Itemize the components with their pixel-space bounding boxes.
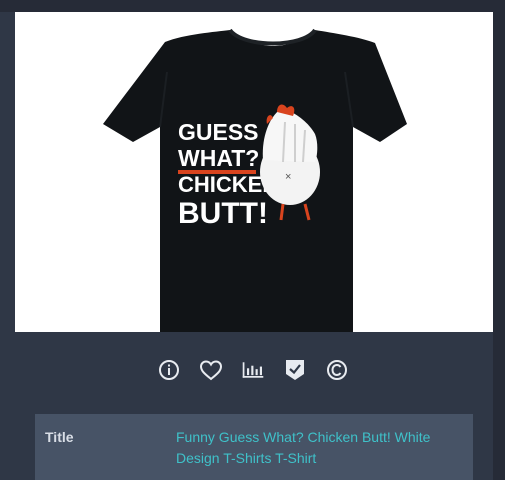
favorite-button[interactable] <box>199 358 223 382</box>
info-icon <box>158 360 179 380</box>
info-button[interactable] <box>157 358 181 382</box>
verify-button[interactable] <box>283 358 307 382</box>
title-label: Title <box>45 429 74 445</box>
t-shirt-illustration: GUESS WHAT? CHICKEN BUTT! × <box>103 28 407 332</box>
product-card: GUESS WHAT? CHICKEN BUTT! × Title Funny … <box>0 0 505 480</box>
action-icon-row <box>0 358 505 386</box>
top-strip <box>0 0 505 12</box>
shirt-text-line4: BUTT! <box>178 197 268 230</box>
check-badge-icon <box>285 360 304 380</box>
accent-bar <box>178 170 256 174</box>
stats-button[interactable] <box>241 358 265 382</box>
shirt-text-line2: WHAT? <box>178 145 259 171</box>
shirt-text-line1: GUESS <box>178 119 259 145</box>
product-image[interactable]: GUESS WHAT? CHICKEN BUTT! × <box>15 12 493 332</box>
copyright-button[interactable] <box>325 358 349 382</box>
details-table: Title Funny Guess What? Chicken Butt! Wh… <box>35 414 473 480</box>
copyright-icon <box>326 360 347 380</box>
card-left-edge <box>0 12 15 480</box>
svg-text:×: × <box>285 171 291 183</box>
bar-chart-icon <box>242 362 263 378</box>
card-right-edge <box>493 12 505 480</box>
title-value-link[interactable]: Funny Guess What? Chicken Butt! White De… <box>176 427 456 469</box>
heart-icon <box>199 360 222 381</box>
